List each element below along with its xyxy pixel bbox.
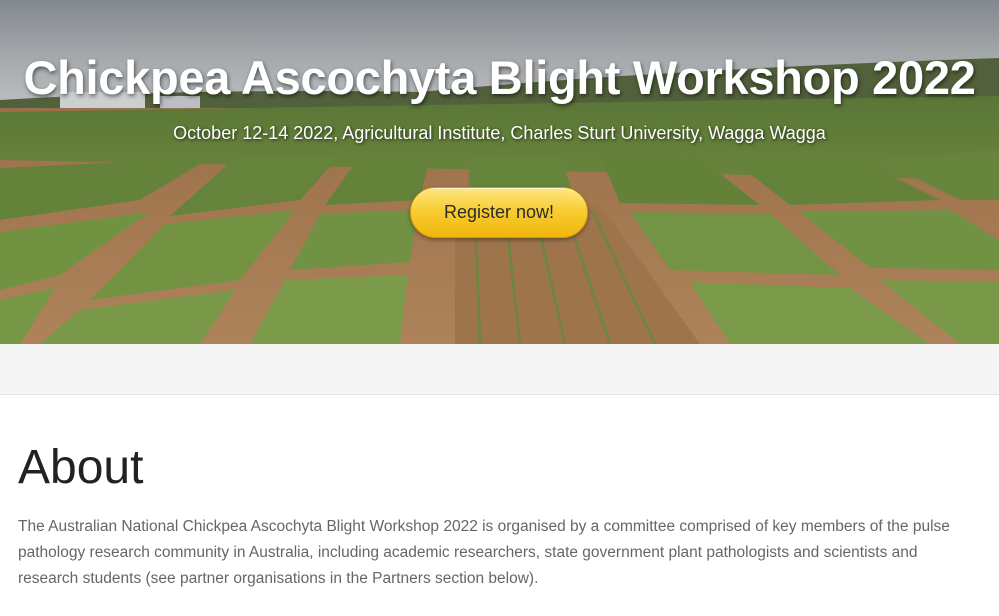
- about-heading: About: [18, 441, 144, 494]
- workshop-subtitle: October 12-14 2022, Agricultural Institu…: [173, 123, 826, 143]
- register-button[interactable]: Register now!: [410, 187, 588, 238]
- hero-banner: Chickpea Ascochyta Blight Workshop 2022 …: [0, 0, 999, 344]
- workshop-title: Chickpea Ascochyta Blight Workshop 2022: [23, 51, 976, 104]
- section-divider-band: [0, 344, 999, 395]
- about-paragraph: The Australian National Chickpea Ascochy…: [18, 518, 950, 587]
- about-section: About The Australian National Chickpea A…: [0, 395, 999, 616]
